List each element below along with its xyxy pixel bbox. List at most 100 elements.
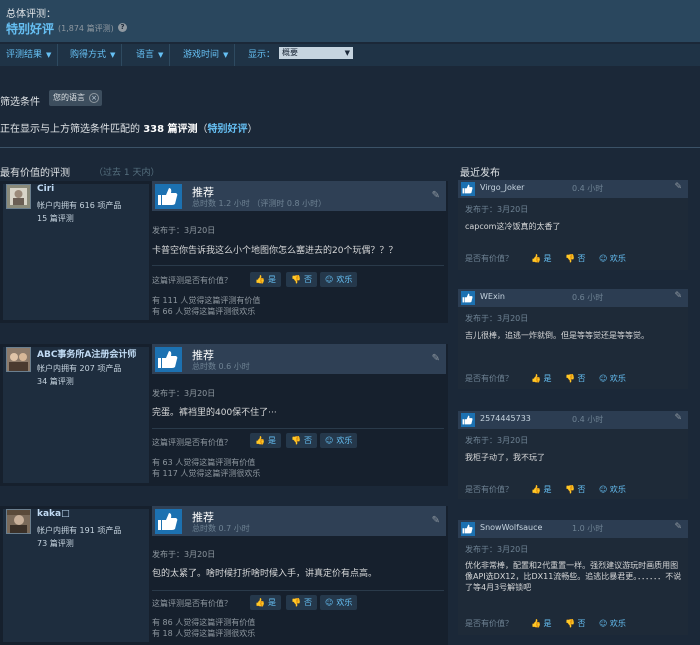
vote-funny-button[interactable]: ☺ 欢乐: [599, 484, 626, 495]
review-author-panel[interactable]: kaka□ 帐户内拥有 191 项产品 73 篇评测: [3, 509, 149, 642]
chip-label: 您的语言: [53, 93, 85, 102]
thumbs-down-icon: 👎: [565, 374, 575, 383]
vote-no-button[interactable]: 👎 否: [565, 373, 586, 384]
display-select[interactable]: 概要 ▼: [279, 47, 353, 59]
vote-funny-button[interactable]: ☺ 欢乐: [599, 253, 626, 264]
thumbs-down-icon: 👎: [565, 619, 575, 628]
showing-open-paren: （: [197, 124, 208, 135]
funny-count: 有 117 人觉得这篇评测很欢乐: [152, 469, 261, 478]
author-products[interactable]: 帐户内拥有 191 项产品: [37, 525, 121, 536]
recent-author[interactable]: SnowWolfsauce: [480, 523, 542, 532]
vote-no-label: 否: [577, 254, 586, 263]
vote-yes-label: 是: [267, 436, 276, 445]
chevron-down-icon: ▼: [223, 51, 229, 59]
filter-label: 购得方式: [70, 50, 107, 60]
author-review-count[interactable]: 15 篇评测: [37, 213, 74, 224]
vote-no-button[interactable]: 👎 否: [565, 484, 586, 495]
recent-date: 发布于：3月20日: [465, 545, 529, 554]
vote-yes-button[interactable]: 👍 是: [531, 618, 552, 629]
share-icon[interactable]: ✎: [674, 522, 682, 532]
vote-no-button[interactable]: 👎 否: [565, 253, 586, 264]
vote-yes-button[interactable]: 👍 是: [531, 484, 552, 495]
share-icon[interactable]: ✎: [674, 413, 682, 423]
review-header[interactable]: 推荐 总时数 1.2 小时 （评测时 0.8 小时） ✎: [152, 181, 446, 211]
vote-no-button[interactable]: 👎 否: [286, 272, 317, 287]
review-author-panel[interactable]: ABC事务所A注册会计师 帐户内拥有 207 项产品 34 篇评测: [3, 347, 149, 483]
recent-hours: 0.4 小时: [572, 415, 604, 424]
author-name[interactable]: kaka□: [37, 509, 70, 519]
thumbs-down-icon: 👎: [291, 598, 301, 607]
vote-funny-label: 欢乐: [336, 275, 353, 284]
vote-funny-button[interactable]: ☺ 欢乐: [320, 272, 358, 287]
recent-review-card: SnowWolfsauce 1.0 小时 ✎ 发布于：3月20日 优化非常棒，配…: [458, 520, 688, 635]
display-value: 概要: [282, 48, 298, 57]
recent-author[interactable]: 2574445733: [480, 414, 531, 423]
recent-author[interactable]: Virgo_Joker: [480, 183, 524, 192]
vote-yes-button[interactable]: 👍 是: [531, 253, 552, 264]
recent-author[interactable]: WExin: [480, 292, 505, 301]
author-review-count[interactable]: 34 篇评测: [37, 376, 74, 387]
section-divider: [0, 147, 700, 148]
share-icon[interactable]: ✎: [674, 291, 682, 301]
review-header[interactable]: 推荐 总时数 0.7 小时 ✎: [152, 506, 446, 536]
help-icon[interactable]: ?: [118, 23, 127, 32]
vote-yes-label: 是: [267, 275, 276, 284]
vote-funny-label: 欢乐: [609, 619, 626, 628]
vote-no-label: 否: [577, 485, 586, 494]
overall-rating[interactable]: 特别好评: [6, 20, 54, 37]
author-name[interactable]: ABC事务所A注册会计师: [37, 347, 136, 360]
vote-funny-button[interactable]: ☺ 欢乐: [320, 433, 358, 448]
avatar[interactable]: [6, 347, 31, 372]
thumbs-up-icon: [155, 347, 182, 372]
vote-funny-button[interactable]: ☺ 欢乐: [599, 373, 626, 384]
filter-purchase-type[interactable]: 购得方式 ▼: [64, 44, 123, 66]
filter-language[interactable]: 语言 ▼: [130, 44, 171, 66]
overall-reviews-header: 总体评测： 特别好评 (1,874 篇评测) ?: [0, 0, 700, 42]
recent-date: 发布于：3月20日: [465, 314, 529, 323]
thumbs-up-icon: [155, 184, 182, 209]
vote-funny-label: 欢乐: [336, 598, 353, 607]
recent-review-header[interactable]: 2574445733 0.4 小时 ✎: [458, 411, 688, 429]
close-icon[interactable]: ×: [89, 93, 99, 103]
thumbs-up-icon: 👍: [531, 374, 541, 383]
filter-review-type[interactable]: 评测结果 ▼: [0, 44, 59, 66]
filter-playtime[interactable]: 游戏时间 ▼: [177, 44, 236, 66]
showing-prefix: 正在显示与上方筛选条件匹配的: [0, 124, 140, 135]
author-products[interactable]: 帐户内拥有 207 项产品: [37, 363, 121, 374]
author-name[interactable]: Ciri: [37, 184, 54, 194]
smiley-icon: ☺: [599, 374, 608, 383]
recent-review-header[interactable]: SnowWolfsauce 1.0 小时 ✎: [458, 520, 688, 538]
recent-review-header[interactable]: WExin 0.6 小时 ✎: [458, 289, 688, 307]
vote-funny-button[interactable]: ☺ 欢乐: [320, 595, 358, 610]
share-icon[interactable]: ✎: [674, 182, 682, 192]
vote-yes-button[interactable]: 👍 是: [250, 272, 281, 287]
showing-rating[interactable]: 特别好评: [208, 124, 248, 135]
avatar[interactable]: [6, 184, 31, 209]
vote-yes-button[interactable]: 👍 是: [250, 433, 281, 448]
review-card: ABC事务所A注册会计师 帐户内拥有 207 项产品 34 篇评测 推荐 总时数…: [0, 344, 448, 486]
thumbs-up-icon: [461, 182, 475, 196]
share-icon[interactable]: ✎: [432, 515, 440, 526]
vote-no-button[interactable]: 👎 否: [565, 618, 586, 629]
filter-label: 游戏时间: [183, 50, 220, 60]
author-products[interactable]: 帐户内拥有 616 项产品: [37, 200, 121, 211]
review-date: 发布于：3月20日: [152, 226, 216, 235]
author-review-count[interactable]: 73 篇评测: [37, 538, 74, 549]
share-icon[interactable]: ✎: [432, 353, 440, 364]
vote-no-button[interactable]: 👎 否: [286, 595, 317, 610]
share-icon[interactable]: ✎: [432, 190, 440, 201]
language-filter-chip[interactable]: 您的语言 ×: [49, 90, 102, 106]
thumbs-down-icon: 👎: [565, 485, 575, 494]
vote-no-button[interactable]: 👎 否: [286, 433, 317, 448]
recent-review-card: Virgo_Joker 0.4 小时 ✎ 发布于：3月20日 capcom这冷饭…: [458, 180, 688, 270]
avatar[interactable]: [6, 509, 31, 534]
vote-yes-button[interactable]: 👍 是: [250, 595, 281, 610]
review-author-panel[interactable]: Ciri 帐户内拥有 616 项产品 15 篇评测: [3, 184, 149, 320]
vote-yes-label: 是: [543, 485, 552, 494]
review-card: kaka□ 帐户内拥有 191 项产品 73 篇评测 推荐 总时数 0.7 小时…: [0, 506, 448, 645]
helpful-question: 这篇评测是否有价值？: [152, 438, 232, 447]
recent-review-header[interactable]: Virgo_Joker 0.4 小时 ✎: [458, 180, 688, 198]
review-header[interactable]: 推荐 总时数 0.6 小时 ✎: [152, 344, 446, 374]
vote-funny-button[interactable]: ☺ 欢乐: [599, 618, 626, 629]
vote-yes-button[interactable]: 👍 是: [531, 373, 552, 384]
